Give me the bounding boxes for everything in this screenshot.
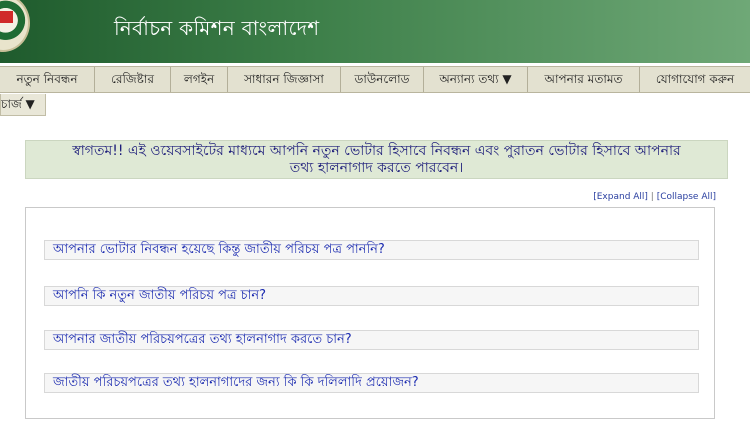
subnav-charge-dropdown[interactable]: চার্জ ▼: [0, 94, 46, 116]
nav-faq[interactable]: সাধারন জিজ্ঞাসা: [228, 67, 341, 92]
expand-collapse-controls: [Expand All] | [Collapse All]: [593, 192, 716, 202]
faq-item[interactable]: জাতীয় পরিচয়পত্রের তথ্য হালনাগাদের জন্য…: [44, 373, 699, 393]
ballot-box-icon: [0, 11, 13, 23]
faq-panel: আপনার ভোটার নিবন্ধন হয়েছে কিন্তু জাতীয়…: [25, 207, 715, 419]
controls-separator: |: [647, 192, 657, 202]
election-commission-logo[interactable]: [0, 0, 30, 52]
nav-login[interactable]: লগইন: [171, 67, 228, 92]
nav-new-registration[interactable]: নতুন নিবন্ধন: [0, 67, 95, 92]
nav-download[interactable]: ডাউনলোড: [341, 67, 424, 92]
faq-item[interactable]: আপনার জাতীয় পরিচয়পত্রের তথ্য হালনাগাদ …: [44, 330, 699, 350]
expand-all-link[interactable]: [Expand All]: [593, 192, 648, 202]
welcome-message: স্বাগতম!! এই ওয়েবসাইটের মাধ্যমে আপনি নত…: [25, 140, 728, 179]
nav-register[interactable]: রেজিষ্টার: [95, 67, 171, 92]
main-navigation: নতুন নিবন্ধন রেজিষ্টার লগইন সাধারন জিজ্ঞ…: [0, 66, 750, 93]
nav-feedback[interactable]: আপনার মতামত: [528, 67, 640, 92]
site-header: নির্বাচন কমিশন বাংলাদেশ: [0, 0, 750, 63]
nav-contact[interactable]: যোগাযোগ করুন: [640, 67, 750, 92]
faq-item[interactable]: আপনি কি নতুন জাতীয় পরিচয় পত্র চান?: [44, 286, 699, 306]
faq-item[interactable]: আপনার ভোটার নিবন্ধন হয়েছে কিন্তু জাতীয়…: [44, 240, 699, 260]
welcome-line-2: তথ্য হালনাগাদ করতে পারবেন।: [289, 160, 464, 176]
site-title: নির্বাচন কমিশন বাংলাদেশ: [114, 16, 320, 40]
welcome-line-1: স্বাগতম!! এই ওয়েবসাইটের মাধ্যমে আপনি নত…: [72, 143, 681, 159]
nav-other-info-dropdown[interactable]: অন্যান্য তথ্য ▼: [424, 67, 528, 92]
collapse-all-link[interactable]: [Collapse All]: [657, 192, 716, 202]
